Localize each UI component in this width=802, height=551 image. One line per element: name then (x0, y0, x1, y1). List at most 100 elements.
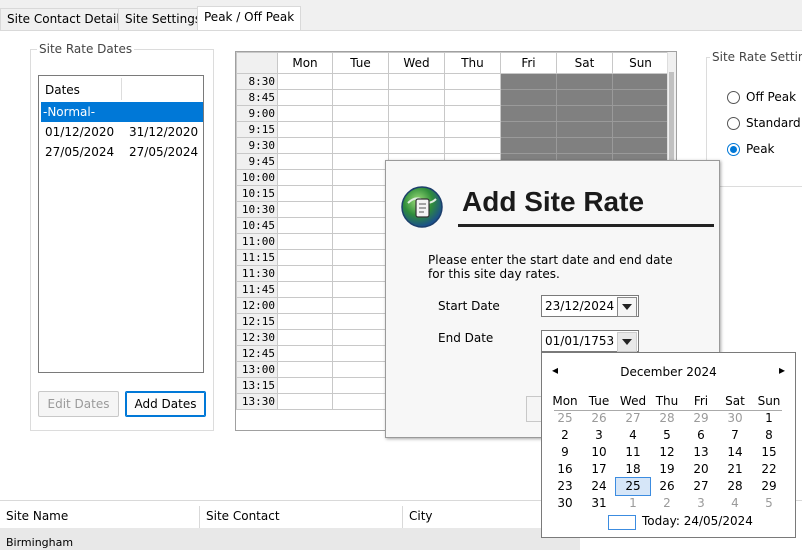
calendar-day[interactable]: 1 (752, 410, 786, 427)
schedule-cell[interactable] (444, 89, 501, 106)
schedule-cell[interactable] (332, 201, 389, 218)
schedule-cell[interactable] (444, 121, 501, 138)
schedule-cell[interactable] (556, 89, 613, 106)
calendar-day[interactable]: 30 (548, 495, 582, 512)
schedule-cell[interactable] (556, 121, 613, 138)
schedule-cell[interactable] (332, 105, 389, 122)
schedule-cell[interactable] (500, 137, 557, 154)
calendar-day[interactable]: 26 (582, 410, 616, 427)
calendar-day[interactable]: 14 (718, 444, 752, 461)
calendar-day[interactable]: 31 (582, 495, 616, 512)
calendar-day[interactable]: 1 (616, 495, 650, 512)
schedule-cell[interactable] (332, 249, 389, 266)
calendar-day[interactable]: 8 (752, 427, 786, 444)
calendar-day[interactable]: 2 (548, 427, 582, 444)
calendar-day[interactable]: 5 (752, 495, 786, 512)
schedule-cell[interactable] (612, 73, 669, 90)
schedule-cell[interactable] (277, 169, 333, 186)
chevron-down-icon[interactable] (617, 297, 637, 317)
schedule-cell[interactable] (332, 345, 389, 362)
schedule-cell[interactable] (388, 89, 445, 106)
schedule-cell[interactable] (444, 105, 501, 122)
calendar-day[interactable]: 4 (616, 427, 650, 444)
calendar-day[interactable]: 30 (718, 410, 752, 427)
calendar-day[interactable]: 28 (650, 410, 684, 427)
schedule-cell[interactable] (332, 393, 389, 410)
tab-peak-off-peak[interactable]: Peak / Off Peak (197, 6, 302, 31)
schedule-cell[interactable] (277, 185, 333, 202)
schedule-cell[interactable] (277, 137, 333, 154)
schedule-cell[interactable] (277, 361, 333, 378)
schedule-cell[interactable] (556, 73, 613, 90)
start-date-picker[interactable]: 23/12/2024 (541, 295, 639, 317)
schedule-cell[interactable] (612, 137, 669, 154)
schedule-cell[interactable] (277, 121, 333, 138)
calendar-day[interactable]: 5 (650, 427, 684, 444)
column-site-contact[interactable]: Site Contact (206, 506, 280, 526)
chevron-down-icon[interactable] (617, 332, 637, 352)
edit-dates-button[interactable]: Edit Dates (38, 391, 119, 417)
calendar-day[interactable]: 25 (615, 477, 651, 496)
tab-site-contact-details[interactable]: Site Contact Details (0, 8, 133, 30)
schedule-cell[interactable] (388, 137, 445, 154)
calendar-day[interactable]: 29 (752, 478, 786, 495)
schedule-cell[interactable] (612, 105, 669, 122)
schedule-cell[interactable] (612, 89, 669, 106)
schedule-cell[interactable] (277, 73, 333, 90)
schedule-cell[interactable] (332, 361, 389, 378)
chevron-right-icon[interactable]: ▸ (779, 363, 785, 377)
schedule-cell[interactable] (277, 105, 333, 122)
schedule-cell[interactable] (500, 121, 557, 138)
schedule-cell[interactable] (277, 265, 333, 282)
calendar-day[interactable]: 6 (684, 427, 718, 444)
calendar-day[interactable]: 27 (684, 478, 718, 495)
schedule-cell[interactable] (388, 73, 445, 90)
calendar-day[interactable]: 27 (616, 410, 650, 427)
schedule-cell[interactable] (332, 313, 389, 330)
schedule-cell[interactable] (612, 121, 669, 138)
calendar-day[interactable]: 3 (684, 495, 718, 512)
end-date-picker[interactable]: 01/01/1753 (541, 330, 639, 352)
list-item[interactable]: 01/12/2020 31/12/2020 (43, 122, 205, 142)
schedule-cell[interactable] (444, 73, 501, 90)
calendar-day[interactable]: 10 (582, 444, 616, 461)
schedule-cell[interactable] (332, 217, 389, 234)
calendar-day[interactable]: 21 (718, 461, 752, 478)
calendar-day[interactable]: 23 (548, 478, 582, 495)
add-dates-button[interactable]: Add Dates (125, 391, 206, 417)
schedule-cell[interactable] (277, 217, 333, 234)
schedule-cell[interactable] (500, 89, 557, 106)
calendar-day[interactable]: 22 (752, 461, 786, 478)
schedule-cell[interactable] (388, 105, 445, 122)
list-item[interactable]: 27/05/2024 27/05/2024 (43, 142, 205, 162)
schedule-cell[interactable] (332, 233, 389, 250)
schedule-cell[interactable] (500, 105, 557, 122)
schedule-cell[interactable] (332, 281, 389, 298)
schedule-cell[interactable] (277, 89, 333, 106)
schedule-cell[interactable] (277, 345, 333, 362)
schedule-cell[interactable] (277, 393, 333, 410)
schedule-cell[interactable] (277, 281, 333, 298)
schedule-cell[interactable] (332, 377, 389, 394)
schedule-cell[interactable] (277, 153, 333, 170)
calendar-day[interactable]: 12 (650, 444, 684, 461)
schedule-cell[interactable] (332, 137, 389, 154)
schedule-cell[interactable] (277, 377, 333, 394)
schedule-cell[interactable] (332, 153, 389, 170)
calendar-day[interactable]: 28 (718, 478, 752, 495)
calendar-day[interactable]: 13 (684, 444, 718, 461)
schedule-cell[interactable] (556, 137, 613, 154)
table-row[interactable]: Birmingham (0, 528, 580, 550)
schedule-cell[interactable] (277, 201, 333, 218)
calendar-day[interactable]: 24 (582, 478, 616, 495)
calendar-day[interactable]: 16 (548, 461, 582, 478)
schedule-cell[interactable] (277, 329, 333, 346)
schedule-cell[interactable] (444, 137, 501, 154)
schedule-cell[interactable] (277, 297, 333, 314)
dates-listbox[interactable]: Dates -Normal- 01/12/2020 31/12/2020 27/… (38, 75, 204, 373)
schedule-cell[interactable] (277, 249, 333, 266)
schedule-cell[interactable] (277, 313, 333, 330)
calendar-day[interactable]: 11 (616, 444, 650, 461)
tab-site-settings[interactable]: Site Settings (118, 8, 209, 30)
calendar-day[interactable]: 17 (582, 461, 616, 478)
